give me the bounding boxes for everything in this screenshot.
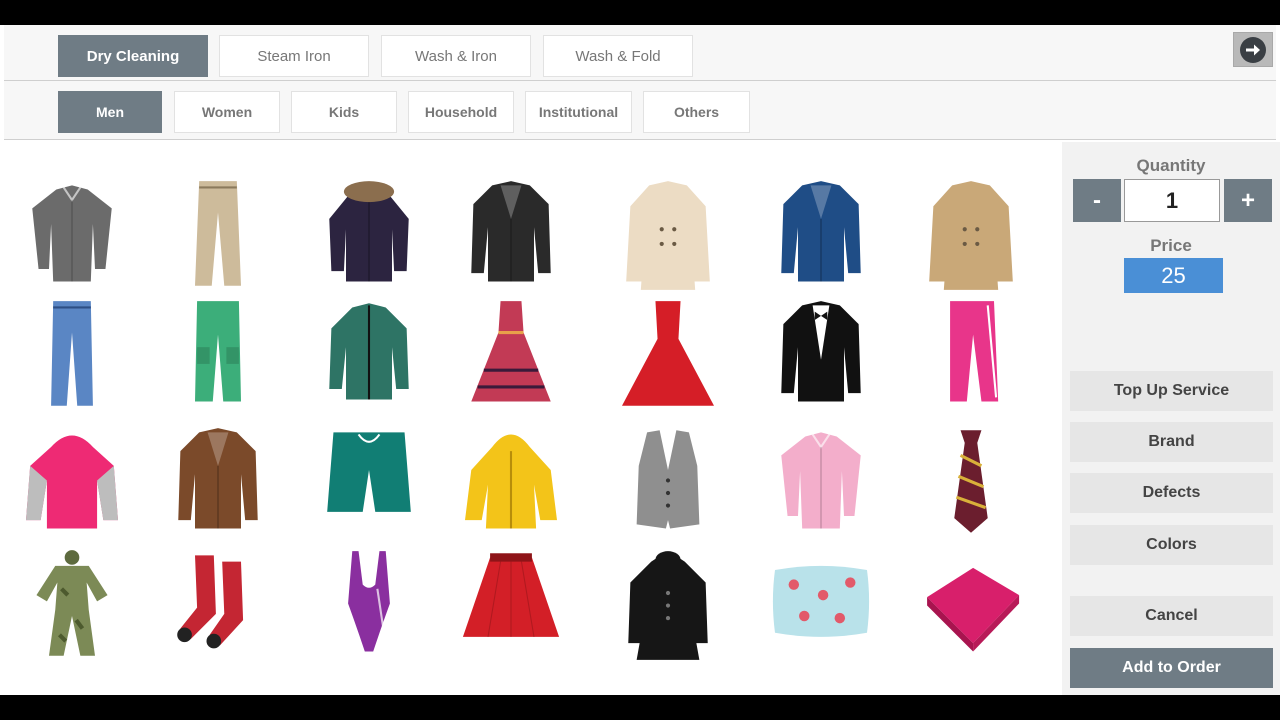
garment-item-jeans[interactable] [2, 292, 142, 417]
garment-item-shirt[interactable] [2, 172, 142, 297]
cargo-pants-icon [195, 301, 241, 402]
garment-item-raincoat[interactable] [441, 419, 581, 544]
category-men[interactable]: Men [58, 91, 162, 133]
garment-item-socks[interactable] [148, 542, 288, 667]
garment-item-waistcoat[interactable] [598, 419, 738, 544]
garment-item-trench-coat[interactable] [901, 172, 1041, 297]
garment-item-jacket[interactable] [299, 292, 439, 417]
quantity-label: Quantity [1136, 156, 1206, 175]
long-coat-icon [628, 551, 708, 660]
skirt-icon [462, 553, 560, 637]
arrow-right-circle-icon [1240, 36, 1266, 63]
garment-item-tie[interactable] [901, 419, 1041, 544]
defects-button[interactable]: Defects [1070, 473, 1273, 513]
frock-icon [471, 301, 551, 402]
garment-item-tuxedo[interactable] [751, 292, 891, 417]
price-field[interactable]: 25 [1124, 258, 1223, 293]
top-bar: Dry Cleaning Steam Iron Wash & Iron Wash… [4, 25, 1276, 140]
tab-wash-iron[interactable]: Wash & Iron [381, 35, 531, 77]
tab-steam-iron[interactable]: Steam Iron [219, 35, 369, 77]
garment-item-trench-coat[interactable] [598, 172, 738, 297]
category-kids[interactable]: Kids [291, 91, 397, 133]
waistcoat-icon [636, 430, 700, 529]
garment-item-cargo-pants[interactable] [148, 292, 288, 417]
add-to-order-button[interactable]: Add to Order [1070, 648, 1273, 688]
hoodie-icon [26, 435, 118, 529]
shirt-icon [781, 432, 861, 529]
category-institutional[interactable]: Institutional [525, 91, 632, 133]
garment-item-swimsuit[interactable] [299, 542, 439, 667]
brand-button[interactable]: Brand [1070, 422, 1273, 462]
blazer-icon [471, 181, 551, 282]
next-button[interactable] [1233, 32, 1273, 67]
garment-item-parka[interactable] [299, 172, 439, 297]
category-others[interactable]: Others [643, 91, 750, 133]
quantity-decrement-button[interactable]: - [1073, 179, 1121, 222]
shorts-icon [327, 432, 411, 512]
tab-wash-fold[interactable]: Wash & Fold [543, 35, 693, 77]
garment-item-trousers[interactable] [148, 172, 288, 297]
garment-item-shirt[interactable] [751, 419, 891, 544]
garment-item-towel[interactable] [901, 542, 1041, 667]
towel-icon [927, 567, 1020, 652]
tab-dry-cleaning[interactable]: Dry Cleaning [58, 35, 208, 77]
garment-item-frock[interactable] [441, 292, 581, 417]
pillow-icon [772, 565, 870, 637]
cancel-button[interactable]: Cancel [1070, 596, 1273, 636]
quantity-increment-button[interactable]: + [1224, 179, 1272, 222]
garment-item-skirt[interactable] [441, 542, 581, 667]
garment-item-blazer[interactable] [441, 172, 581, 297]
tuxedo-icon [781, 301, 861, 402]
blazer-icon [178, 428, 258, 529]
garment-item-hoodie[interactable] [2, 419, 142, 544]
quantity-field[interactable]: 1 [1124, 179, 1220, 222]
trench-coat-icon [929, 181, 1013, 290]
garment-item-blazer[interactable] [751, 172, 891, 297]
swimsuit-icon [348, 551, 390, 652]
garment-item-long-coat[interactable] [598, 542, 738, 667]
garment-item-pillow[interactable] [751, 542, 891, 667]
parka-icon [329, 181, 409, 282]
gown-icon [622, 301, 714, 406]
shirt-icon [32, 185, 112, 282]
divider [4, 80, 1276, 81]
colors-button[interactable]: Colors [1070, 525, 1273, 565]
garment-item-shorts[interactable] [299, 419, 439, 544]
app-frame: Dry Cleaning Steam Iron Wash & Iron Wash… [0, 25, 1280, 695]
blazer-icon [781, 181, 861, 282]
track-pants-icon [950, 301, 999, 402]
uniform-icon [36, 550, 108, 656]
category-household[interactable]: Household [408, 91, 514, 133]
order-panel: Quantity - 1 + Price 25 Top Up Service B… [1062, 142, 1280, 695]
garment-item-gown[interactable] [598, 292, 738, 417]
tie-icon [954, 430, 988, 533]
trousers-icon [195, 181, 241, 286]
garment-item-blazer[interactable] [148, 419, 288, 544]
garment-grid [0, 142, 1060, 695]
price-label: Price [1150, 236, 1192, 255]
jeans-icon [51, 301, 93, 406]
jacket-icon [329, 303, 409, 400]
category-women[interactable]: Women [174, 91, 280, 133]
garment-item-uniform[interactable] [2, 542, 142, 667]
raincoat-icon [465, 434, 557, 529]
top-up-service-button[interactable]: Top Up Service [1070, 371, 1273, 411]
socks-icon [177, 555, 244, 649]
trench-coat-icon [626, 181, 710, 290]
garment-item-track-pants[interactable] [901, 292, 1041, 417]
